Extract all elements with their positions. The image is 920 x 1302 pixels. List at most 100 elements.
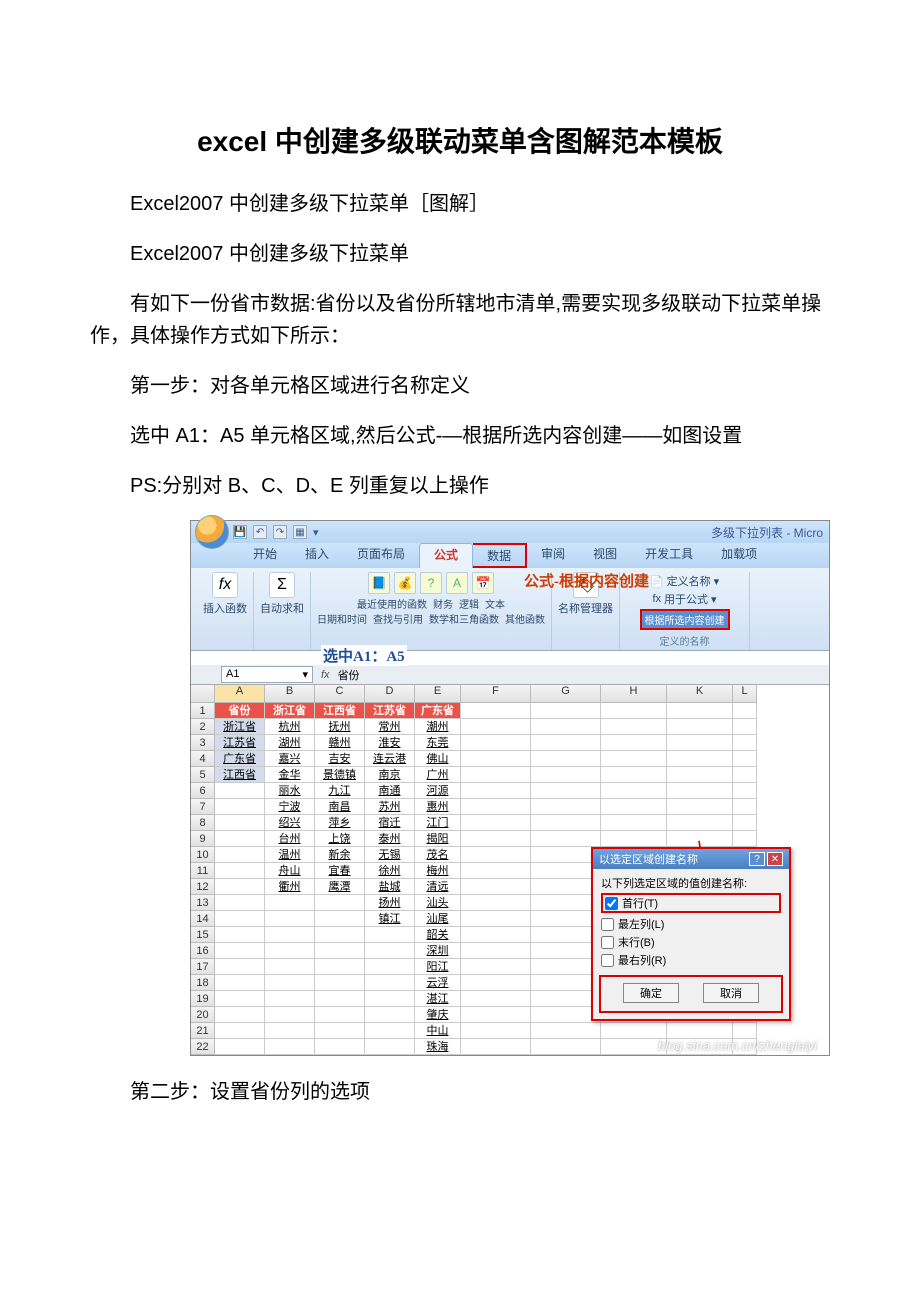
cell[interactable]: [667, 735, 733, 751]
cell[interactable]: [265, 1023, 315, 1039]
cell[interactable]: 镇江: [365, 911, 415, 927]
cell[interactable]: [315, 943, 365, 959]
cell[interactable]: [733, 783, 757, 799]
col-header[interactable]: G: [531, 685, 601, 703]
cell[interactable]: [461, 815, 531, 831]
cell[interactable]: 丽水: [265, 783, 315, 799]
cell[interactable]: [667, 783, 733, 799]
cell[interactable]: 嘉兴: [265, 751, 315, 767]
cell[interactable]: [215, 975, 265, 991]
cell[interactable]: [531, 735, 601, 751]
cell[interactable]: [461, 879, 531, 895]
cell[interactable]: [215, 1023, 265, 1039]
dialog-opt-left[interactable]: 最左列(L): [601, 915, 781, 933]
cell[interactable]: [601, 767, 667, 783]
cell[interactable]: 惠州: [415, 799, 461, 815]
tab-insert[interactable]: 插入: [291, 543, 343, 568]
cell[interactable]: [667, 831, 733, 847]
cell[interactable]: [461, 991, 531, 1007]
cell[interactable]: [601, 703, 667, 719]
cell[interactable]: [733, 831, 757, 847]
cell[interactable]: 河源: [415, 783, 461, 799]
cell[interactable]: [265, 1039, 315, 1055]
cell[interactable]: 潮州: [415, 719, 461, 735]
cell[interactable]: [733, 1023, 757, 1039]
qat-redo-icon[interactable]: ↷: [273, 525, 287, 539]
cell[interactable]: 徐州: [365, 863, 415, 879]
cell[interactable]: 珠海: [415, 1039, 461, 1055]
select-all-corner[interactable]: [191, 685, 215, 703]
cell[interactable]: [733, 799, 757, 815]
cell[interactable]: 浙江省: [265, 703, 315, 719]
cell[interactable]: 湖州: [265, 735, 315, 751]
finance-button[interactable]: 💰: [394, 572, 416, 594]
cell[interactable]: 广州: [415, 767, 461, 783]
cell[interactable]: 汕尾: [415, 911, 461, 927]
cell[interactable]: [531, 703, 601, 719]
cell[interactable]: 云浮: [415, 975, 461, 991]
cell[interactable]: 常州: [365, 719, 415, 735]
tab-layout[interactable]: 页面布局: [343, 543, 419, 568]
cell[interactable]: [461, 1039, 531, 1055]
cell[interactable]: 绍兴: [265, 815, 315, 831]
cell[interactable]: [461, 751, 531, 767]
qat-table-icon[interactable]: ▦: [293, 525, 307, 539]
cell[interactable]: [601, 815, 667, 831]
cell[interactable]: [265, 943, 315, 959]
col-header[interactable]: A: [215, 685, 265, 703]
row-header[interactable]: 1: [191, 703, 215, 719]
cell[interactable]: [601, 719, 667, 735]
cell[interactable]: 揭阳: [415, 831, 461, 847]
cell[interactable]: [461, 863, 531, 879]
row-header[interactable]: 15: [191, 927, 215, 943]
row-header[interactable]: 5: [191, 767, 215, 783]
cell[interactable]: [315, 975, 365, 991]
cell[interactable]: [461, 927, 531, 943]
cell[interactable]: 萍乡: [315, 815, 365, 831]
cell[interactable]: [461, 831, 531, 847]
text-button[interactable]: A: [446, 572, 468, 594]
cell[interactable]: 阳江: [415, 959, 461, 975]
cell[interactable]: 杭州: [265, 719, 315, 735]
tab-home[interactable]: 开始: [239, 543, 291, 568]
cell[interactable]: [461, 719, 531, 735]
cell[interactable]: [215, 991, 265, 1007]
dialog-close-icon[interactable]: ✕: [767, 852, 783, 866]
cell[interactable]: [315, 991, 365, 1007]
cell[interactable]: 淮安: [365, 735, 415, 751]
row-header[interactable]: 13: [191, 895, 215, 911]
cell[interactable]: [531, 719, 601, 735]
cell[interactable]: [531, 799, 601, 815]
cell[interactable]: 湛江: [415, 991, 461, 1007]
cell[interactable]: [315, 1023, 365, 1039]
cell[interactable]: 台州: [265, 831, 315, 847]
formula-value[interactable]: 省份: [338, 667, 360, 683]
define-name-button[interactable]: 📄 定义名称 ▾: [650, 572, 719, 590]
row-header[interactable]: 16: [191, 943, 215, 959]
cell[interactable]: 上饶: [315, 831, 365, 847]
cell[interactable]: [601, 751, 667, 767]
row-header[interactable]: 17: [191, 959, 215, 975]
cell[interactable]: [531, 1023, 601, 1039]
cell[interactable]: [315, 895, 365, 911]
col-header[interactable]: D: [365, 685, 415, 703]
cell[interactable]: [215, 783, 265, 799]
cell[interactable]: 清远: [415, 879, 461, 895]
tab-dev[interactable]: 开发工具: [631, 543, 707, 568]
cell[interactable]: [667, 703, 733, 719]
col-header[interactable]: C: [315, 685, 365, 703]
cell[interactable]: [461, 959, 531, 975]
tab-data[interactable]: 数据: [473, 543, 527, 568]
tab-review[interactable]: 审阅: [527, 543, 579, 568]
cell[interactable]: 无锡: [365, 847, 415, 863]
cell[interactable]: [733, 815, 757, 831]
col-header[interactable]: K: [667, 685, 733, 703]
cell[interactable]: [215, 943, 265, 959]
cell[interactable]: 东莞: [415, 735, 461, 751]
cell[interactable]: 南昌: [315, 799, 365, 815]
row-header[interactable]: 21: [191, 1023, 215, 1039]
cell[interactable]: 宁波: [265, 799, 315, 815]
cell[interactable]: [315, 1007, 365, 1023]
cell[interactable]: 宜春: [315, 863, 365, 879]
cell[interactable]: [315, 1039, 365, 1055]
